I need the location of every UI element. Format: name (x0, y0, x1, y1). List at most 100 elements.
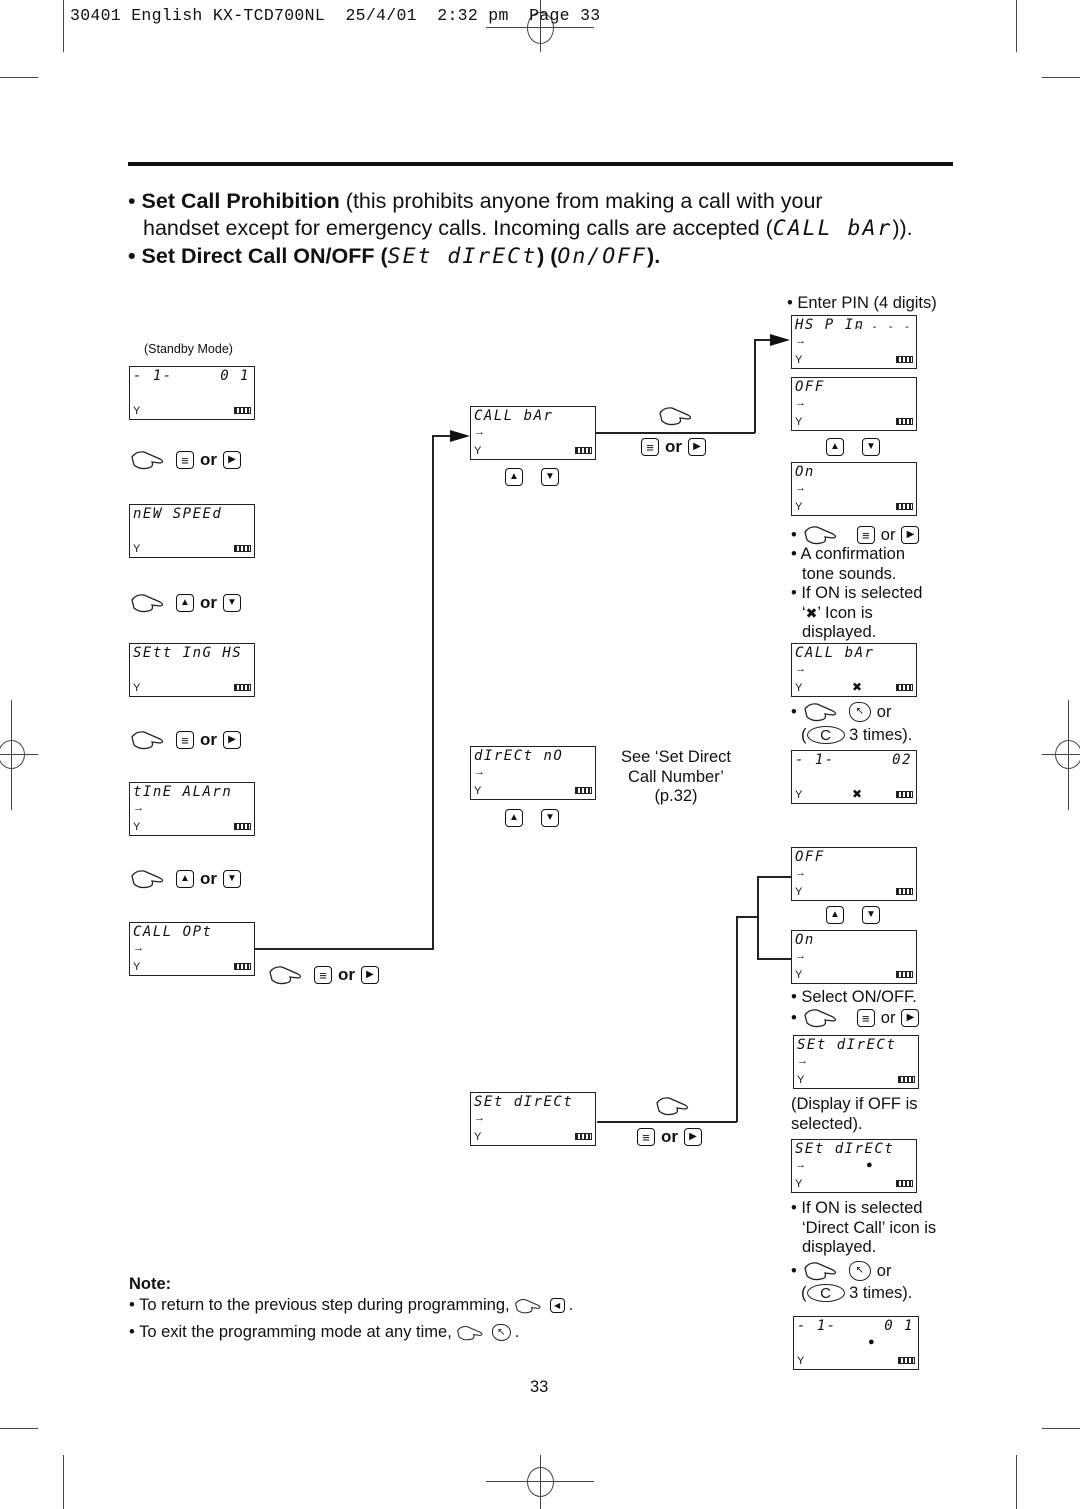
crop-mark (63, 1455, 64, 1509)
hand-press-icon (131, 451, 164, 470)
down-key-icon: ▼ (223, 870, 241, 888)
or-label: or (661, 1127, 678, 1146)
battery-icon (896, 418, 913, 425)
lcd-on: On → Y (791, 462, 917, 516)
antenna-icon: Y (797, 1074, 805, 1086)
lcd-line: - 1- (133, 368, 173, 384)
see-direct-call-note: See ‘Set Direct Call Number’ (p.32) (606, 748, 746, 807)
note-text: ‘Direct Call’ icon is (802, 1218, 937, 1237)
step-menu-or-right: ≡ or ▶ (641, 437, 706, 457)
lcd-set-direct-on: SEt dIrECt → ● Y (791, 1139, 917, 1193)
bullet: • (128, 189, 136, 213)
antenna-icon: Y (133, 821, 141, 833)
pin-placeholder: - - - - (855, 320, 912, 333)
step-menu-or-right: ≡ or ▶ (130, 729, 241, 751)
right-key-icon: ▶ (223, 451, 241, 469)
step-menu-or-right: • ≡ or ▶ (791, 1007, 920, 1029)
menu-key-icon: ≡ (637, 1128, 655, 1146)
enter-icon: → (795, 335, 806, 347)
enter-icon: → (795, 867, 806, 879)
off-key-icon: ↖ (848, 702, 871, 722)
enter-icon: → (795, 663, 806, 675)
connector-line (757, 958, 791, 960)
step-up-or-down: ▲ or ▼ (130, 592, 241, 614)
note-line-return: • To return to the previous step during … (129, 1296, 574, 1314)
bullet: • (791, 1261, 797, 1280)
times-text: 3 times). (849, 1284, 913, 1302)
item-title: Set Call Prohibition (141, 189, 340, 213)
connector-line (736, 916, 738, 1122)
menu-key-icon: ≡ (856, 526, 875, 544)
lcd-inline-text: CALL bAr (772, 216, 893, 241)
hand-press-icon (456, 1325, 483, 1340)
menu-key-icon: ≡ (856, 1009, 875, 1027)
call-bar-icon: ✖ (805, 604, 818, 621)
registration-mark (0, 740, 25, 769)
antenna-icon: Y (133, 405, 141, 417)
lcd-time-alarm: tInE ALArn → Y (129, 782, 255, 836)
right-key-icon: ▶ (901, 526, 920, 544)
or-label: or (876, 1261, 892, 1280)
lcd-inline-text: On/OFF (557, 244, 648, 269)
lcd-standby: - 1- 0 1 Y (129, 366, 255, 420)
registration-mark (527, 1467, 554, 1497)
left-key-icon: ◀ (549, 1298, 565, 1313)
updown-keys: ▲ ▼ (505, 809, 559, 827)
select-onoff-label: • Select ON/OFF. (791, 988, 917, 1006)
antenna-icon: Y (133, 543, 141, 555)
updown-keys: ▲ ▼ (826, 438, 880, 456)
antenna-icon: Y (797, 1355, 805, 1367)
battery-icon (575, 447, 592, 454)
hand-press-icon (131, 594, 164, 613)
battery-icon (575, 787, 592, 794)
up-key-icon: ▲ (176, 870, 194, 888)
lcd-new-speed: nEW SPEEd Y (129, 504, 255, 558)
crop-mark (0, 1428, 38, 1429)
antenna-icon: Y (795, 1178, 803, 1190)
menu-key-icon: ≡ (314, 966, 332, 984)
lcd-call-bar-result: CALL bAr → Y ✖ (791, 643, 917, 697)
lcd-line: On (795, 464, 815, 480)
antenna-icon: Y (795, 501, 803, 513)
crop-mark (1042, 77, 1080, 78)
antenna-icon: Y (474, 445, 482, 457)
item-text-cont: handset except for emergency calls. Inco… (143, 216, 773, 240)
connector-line (757, 876, 759, 959)
arrow-icon (770, 334, 790, 346)
connector-line (757, 876, 791, 878)
lcd-line: SEt dIrECt (474, 1094, 574, 1110)
battery-icon (234, 684, 251, 691)
or-label: or (880, 1008, 896, 1027)
battery-icon (234, 407, 251, 414)
enter-icon: → (133, 802, 144, 814)
antenna-icon: Y (474, 785, 482, 797)
bullet: • (791, 525, 797, 544)
connector-line (432, 435, 434, 949)
or-label: or (200, 450, 217, 469)
step-up-or-down: ▲ or ▼ (130, 868, 241, 890)
antenna-icon: Y (795, 354, 803, 366)
bullet: • (791, 584, 797, 602)
lcd-off: OFF → Y (791, 847, 917, 901)
c-key-icon: C (806, 726, 845, 744)
bullet: • (128, 244, 136, 268)
battery-icon (234, 545, 251, 552)
battery-icon (896, 791, 913, 798)
up-key-icon: ▲ (176, 594, 194, 612)
down-key-icon: ▼ (541, 468, 559, 486)
connector-line (432, 435, 452, 437)
direct-call-icon: ● (866, 1159, 873, 1171)
crop-mark (63, 0, 64, 52)
lcd-direct-no: dIrECt nO → Y (470, 746, 596, 800)
enter-pin-label: • Enter PIN (4 digits) (787, 294, 937, 312)
updown-keys: ▲ ▼ (505, 468, 559, 486)
note-line-exit: • To exit the programming mode at any ti… (129, 1323, 520, 1341)
antenna-icon: Y (795, 886, 803, 898)
step-menu-or-right: ≡ or ▶ (268, 964, 379, 986)
lcd-right: 02 (892, 752, 912, 768)
direct-call-icon-note: • If ON is selected ‘Direct Call’ icon i… (791, 1199, 936, 1258)
display-if-off-note: (Display if OFF is selected). (791, 1095, 918, 1134)
note-line: (Display if OFF is (791, 1095, 918, 1113)
or-label: or (200, 730, 217, 749)
step-off-key: • ↖ or (791, 1260, 891, 1282)
